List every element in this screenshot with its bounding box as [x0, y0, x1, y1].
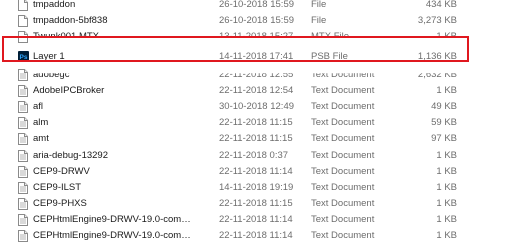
- file-name: alm: [33, 117, 49, 129]
- text-document-icon: [18, 117, 28, 130]
- text-document-icon: [18, 214, 28, 227]
- file-row-cephtmlengine9-2[interactable]: CEPHtmlEngine9-DRWV-19.0-com.adob... 22-…: [0, 228, 512, 244]
- file-row-cephtmlengine9-1[interactable]: CEPHtmlEngine9-DRWV-19.0-com.adob... 22-…: [0, 212, 512, 228]
- photoshop-icon: Ps: [18, 50, 29, 63]
- file-size: 2,632 KB: [417, 68, 457, 80]
- text-document-icon: [18, 165, 28, 178]
- text-document-icon: [18, 230, 28, 243]
- file-type: Text Document: [311, 198, 375, 210]
- text-document-icon: [18, 84, 28, 97]
- file-name: CEPHtmlEngine9-DRWV-19.0-com.adob...: [33, 214, 193, 226]
- file-date: 22-11-2018 11:14: [219, 165, 293, 177]
- file-row-adobeipcbroker[interactable]: AdobeIPCBroker 22-11-2018 12:54 Text Doc…: [0, 83, 512, 99]
- file-date: 22-11-2018 12:55: [219, 68, 294, 80]
- file-type: Text Document: [311, 100, 375, 112]
- file-date: 22-11-2018 0:37: [219, 149, 289, 161]
- file-row-adobegc[interactable]: adobegc 22-11-2018 12:55 Text Document 2…: [0, 67, 512, 83]
- file-date: 26-10-2018 15:59: [219, 0, 295, 10]
- file-date: 22-11-2018 11:15: [219, 133, 293, 145]
- file-icon: [18, 15, 28, 28]
- file-icon: [18, 0, 28, 11]
- file-name: AdobeIPCBroker: [33, 84, 105, 96]
- file-type: Text Document: [311, 165, 375, 177]
- file-type: Text Document: [311, 84, 375, 96]
- file-date: 22-11-2018 12:54: [219, 84, 294, 96]
- file-date: 22-11-2018 11:15: [219, 117, 293, 129]
- file-name: tmpaddon: [33, 0, 76, 10]
- file-size: 1 KB: [436, 198, 457, 210]
- file-row-cep9-ilst[interactable]: CEP9-ILST 14-11-2018 19:19 Text Document…: [0, 180, 512, 196]
- file-date: 22-11-2018 11:15: [219, 198, 293, 210]
- text-document-icon: [18, 68, 28, 81]
- file-size: 49 KB: [431, 100, 457, 112]
- svg-text:Ps: Ps: [20, 54, 28, 61]
- file-row-tmpaddon[interactable]: tmpaddon 26-10-2018 15:59 File 434 KB: [0, 0, 512, 13]
- file-type: Text Document: [311, 133, 375, 145]
- text-document-icon: [18, 100, 28, 113]
- file-name: adobegc: [33, 68, 70, 80]
- text-document-icon: [18, 133, 28, 146]
- file-type: MTX File: [311, 31, 349, 43]
- file-size: 59 KB: [431, 117, 457, 129]
- file-size: 1 KB: [436, 84, 457, 96]
- file-type: Text Document: [311, 181, 375, 193]
- file-name: Layer 1: [33, 50, 65, 62]
- file-date: 22-11-2018 11:14: [219, 230, 293, 242]
- file-size: 1 KB: [436, 230, 457, 242]
- file-type: Text Document: [311, 117, 375, 129]
- file-date: 14-11-2018 17:41: [219, 50, 294, 62]
- file-date: 22-11-2018 11:14: [219, 214, 293, 226]
- file-name: CEPHtmlEngine9-DRWV-19.0-com.adob...: [33, 230, 193, 242]
- text-document-icon: [18, 149, 28, 162]
- file-date: 14-11-2018 19:19: [219, 181, 294, 193]
- file-name: afl: [33, 100, 44, 112]
- file-name: CEP9-ILST: [33, 181, 82, 193]
- file-name: CEP9-DRWV: [33, 165, 90, 177]
- file-size: 434 KB: [425, 0, 457, 10]
- file-name: CEP9-PHXS: [33, 198, 87, 210]
- file-name: aria-debug-13292: [33, 149, 109, 161]
- file-name: Twunk001.MTX: [33, 31, 99, 43]
- file-list: tmpaddon 26-10-2018 15:59 File 434 KB tm…: [0, 0, 512, 245]
- file-row-alm[interactable]: alm 22-11-2018 11:15 Text Document 59 KB: [0, 115, 512, 131]
- text-document-icon: [18, 198, 28, 211]
- file-type: Text Document: [311, 214, 375, 226]
- file-name: amt: [33, 133, 49, 145]
- file-type: File: [311, 0, 327, 10]
- file-size: 1 KB: [436, 31, 457, 43]
- file-size: 1 KB: [436, 149, 457, 161]
- file-date: 13-11-2018 15:27: [219, 31, 294, 43]
- file-row-aria-debug[interactable]: aria-debug-13292 22-11-2018 0:37 Text Do…: [0, 148, 512, 164]
- file-size: 3,273 KB: [417, 15, 457, 27]
- file-type: File: [311, 15, 327, 27]
- file-row-layer-1[interactable]: Ps Layer 1 14-11-2018 17:41 PSB File 1,1…: [0, 46, 512, 67]
- file-row-afl[interactable]: afl 30-10-2018 12:49 Text Document 49 KB: [0, 99, 512, 115]
- file-size: 1 KB: [436, 165, 457, 177]
- file-row-twunk001[interactable]: Twunk001.MTX 13-11-2018 15:27 MTX File 1…: [0, 29, 512, 45]
- file-type: PSB File: [311, 50, 348, 62]
- file-date: 30-10-2018 12:49: [219, 100, 295, 112]
- file-row-cep9-drwv[interactable]: CEP9-DRWV 22-11-2018 11:14 Text Document…: [0, 164, 512, 180]
- file-date: 26-10-2018 15:59: [219, 15, 295, 27]
- text-document-icon: [18, 181, 28, 194]
- file-row-tmpaddon-5bf838[interactable]: tmpaddon-5bf838 26-10-2018 15:59 File 3,…: [0, 13, 512, 29]
- file-size: 1 KB: [436, 214, 457, 226]
- file-row-amt[interactable]: amt 22-11-2018 11:15 Text Document 97 KB: [0, 131, 512, 147]
- file-type: Text Document: [311, 230, 375, 242]
- file-type: Text Document: [311, 68, 375, 80]
- file-name: tmpaddon-5bf838: [33, 15, 108, 27]
- file-icon: [18, 31, 28, 44]
- file-row-cep9-phxs[interactable]: CEP9-PHXS 22-11-2018 11:15 Text Document…: [0, 196, 512, 212]
- file-size: 1,136 KB: [417, 50, 457, 62]
- file-type: Text Document: [311, 149, 375, 161]
- file-size: 97 KB: [431, 133, 457, 145]
- file-size: 1 KB: [436, 181, 457, 193]
